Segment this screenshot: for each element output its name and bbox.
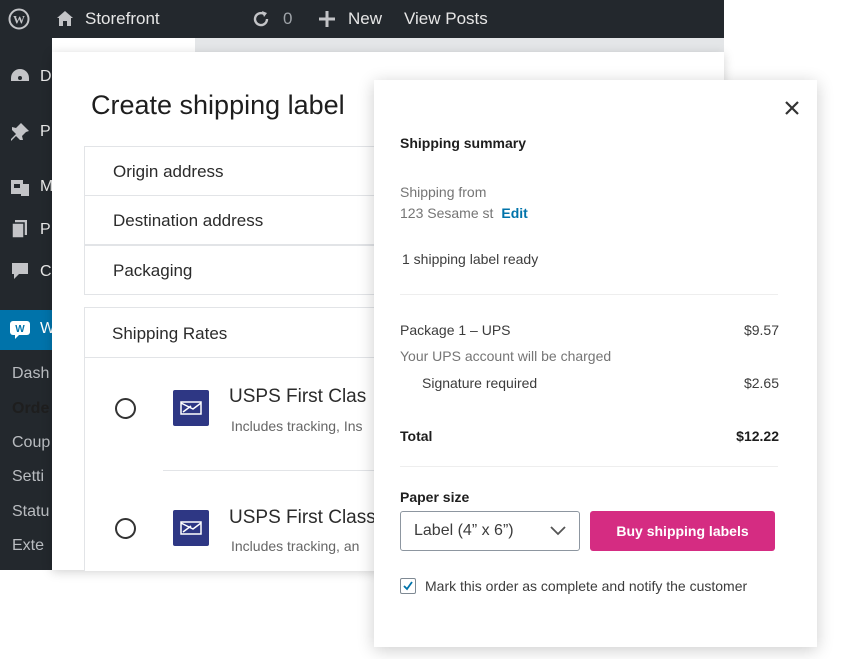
divider [400,294,778,295]
sidebar-subitem-settings[interactable]: Setti [12,468,44,486]
comments-icon[interactable] [9,260,31,282]
svg-text:W: W [13,13,25,27]
summary-title: Shipping summary [400,135,527,151]
mark-complete-checkbox[interactable] [400,578,416,594]
rate-radio[interactable] [115,518,136,539]
origin-address-line: 123 Sesame st Edit [400,205,528,221]
rates-title: Shipping Rates [112,324,228,343]
paper-size-label: Paper size [400,489,470,505]
package-price: $9.57 [743,322,779,338]
sidebar-item-woocommerce[interactable]: W W [0,310,52,350]
admin-sidebar: D P M P C W W Dash Orde Coup Setti Statu… [0,38,52,570]
rate-radio[interactable] [115,398,136,419]
updates-count: 0 [283,9,293,28]
woocommerce-icon: W [10,321,30,339]
site-name: Storefront [85,9,160,28]
mark-complete-label[interactable]: Mark this order as complete and notify t… [425,578,747,594]
rate-description: Includes tracking, Ins [231,418,363,434]
pages-icon[interactable] [9,218,31,240]
media-icon[interactable] [9,176,31,198]
signature-label: Signature required [422,375,538,391]
total-label: Total [400,428,433,444]
sidebar-subitem-extensions[interactable]: Exte [12,537,44,555]
sidebar-item-media[interactable]: M [40,178,52,196]
sidebar-item-comments[interactable]: C [40,263,52,281]
rate-name: USPS First Clas [229,386,367,407]
step-label: Destination address [113,211,264,230]
new-content-link[interactable]: New [318,0,382,38]
refresh-icon [253,11,269,27]
svg-text:W: W [15,324,25,335]
pin-icon[interactable] [9,121,31,143]
site-home-link[interactable]: Storefront [55,0,160,38]
sidebar-subitem-status[interactable]: Statu [12,503,49,521]
step-label: Origin address [113,162,224,181]
close-icon[interactable] [782,98,802,118]
sidebar-subitem-coupons[interactable]: Coup [12,434,50,452]
wordpress-logo-icon[interactable]: W [8,0,30,38]
step-label: Packaging [113,261,193,280]
signature-price: $2.65 [743,375,779,391]
divider [400,466,778,467]
view-posts-link[interactable]: View Posts [404,0,488,38]
new-label: New [348,9,383,28]
paper-size-select[interactable]: Label (4” x 6”) [400,511,580,551]
rate-name: USPS First Class [229,507,376,528]
usps-logo-icon [173,390,209,426]
shipping-from-label: Shipping from [400,184,487,200]
updates-link[interactable]: 0 [251,0,292,38]
labels-ready-text: 1 shipping label ready [402,251,539,267]
sidebar-subitem-orders[interactable]: Orde [12,400,49,418]
admin-bar: W Storefront 0 New View Posts [0,0,724,38]
checkmark-icon [403,581,413,591]
sidebar-item-posts[interactable]: P [40,123,51,141]
sidebar-subitem-dashboard[interactable]: Dash [12,365,49,383]
package-label: Package 1 – UPS [400,322,511,338]
dashboard-icon[interactable] [9,66,31,88]
modal-title: Create shipping label [91,90,345,120]
chevron-down-icon [550,526,566,536]
view-posts-label: View Posts [404,9,488,28]
edit-address-link[interactable]: Edit [501,205,527,221]
page-content-background [195,38,724,52]
rate-description: Includes tracking, an [231,538,360,554]
home-icon [57,11,73,26]
plus-icon [319,11,335,27]
sidebar-item-pages[interactable]: P [40,221,51,239]
sidebar-item-dashboard[interactable]: D [40,68,52,86]
usps-logo-icon [173,510,209,546]
origin-address: 123 Sesame st [400,205,494,221]
paper-size-value: Label (4” x 6”) [414,522,514,539]
sidebar-item-woocommerce-label: W [40,320,52,337]
buy-shipping-labels-button[interactable]: Buy shipping labels [590,511,775,551]
shipping-summary-panel: Shipping summary Shipping from 123 Sesam… [374,80,817,647]
charged-note: Your UPS account will be charged [400,348,612,364]
total-price: $12.22 [736,428,779,444]
